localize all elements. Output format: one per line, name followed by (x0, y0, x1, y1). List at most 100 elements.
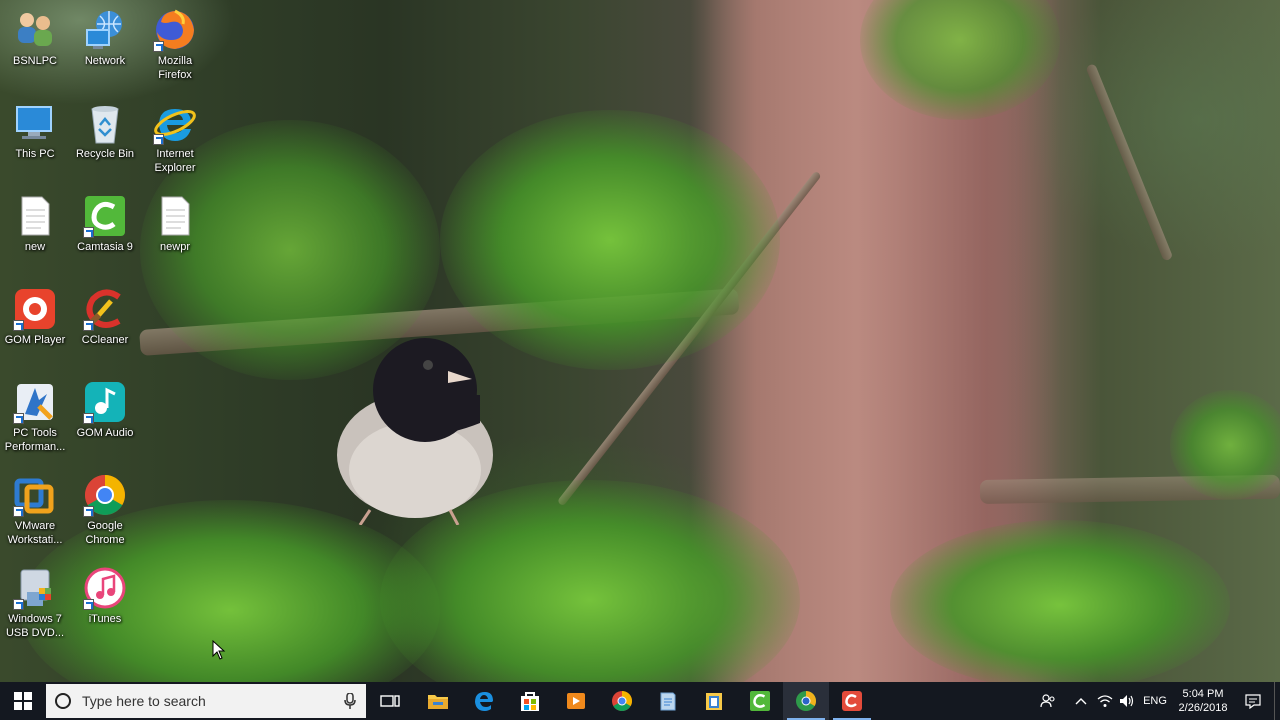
language-indicator: ENG (1143, 695, 1167, 707)
desktop-icon-pc-tools[interactable]: PC Tools Performan... (0, 380, 70, 454)
tray-show-hidden-icons[interactable] (1070, 682, 1092, 720)
desktop-icon-label: Network (84, 55, 126, 67)
wallpaper-bird (337, 338, 493, 525)
desktop-icon-label: newpr (160, 241, 190, 253)
edge-icon (475, 692, 493, 711)
file-explorer-icon (428, 695, 448, 709)
shortcut-arrow-icon (153, 134, 164, 145)
shortcut-arrow-icon (153, 41, 164, 52)
shortcut-arrow-icon (83, 227, 94, 238)
media-player-icon (567, 693, 585, 709)
notepad-icon (660, 692, 676, 711)
taskbar-file-explorer[interactable] (415, 682, 461, 720)
tray-network[interactable] (1094, 682, 1116, 720)
chrome-icon (612, 691, 632, 711)
tray-clock[interactable]: 5:04 PM 2/26/2018 (1172, 682, 1234, 720)
taskbar-camtasia-recorder[interactable] (829, 682, 875, 720)
desktop-icon-recycle-bin[interactable]: Recycle Bin (70, 101, 140, 161)
shortcut-arrow-icon (13, 599, 24, 610)
notifications-icon (1245, 694, 1261, 709)
task-view-button[interactable] (367, 682, 413, 720)
desktop-icon-ccleaner[interactable]: CCleaner (70, 287, 140, 347)
search-placeholder: Type here to search (82, 693, 206, 709)
recycle-bin-icon (83, 101, 127, 145)
document-icon (153, 194, 197, 238)
desktop-icon-bsnlpc[interactable]: BSNLPC (0, 8, 70, 68)
desktop-icon-windows7-usb-dvd[interactable]: Windows 7 USB DVD... (0, 566, 70, 640)
chevron-up-icon (1075, 698, 1087, 705)
tray-action-center[interactable] (1238, 682, 1268, 720)
tray-people-button[interactable] (1036, 682, 1060, 720)
desktop-icon-label: Internet Explorer (154, 148, 196, 174)
wallpaper-frond (1170, 390, 1280, 500)
clock-date: 2/26/2018 (1178, 702, 1228, 714)
tray-volume[interactable] (1116, 682, 1138, 720)
chrome-icon (83, 473, 127, 517)
shortcut-arrow-icon (83, 599, 94, 610)
shortcut-arrow-icon (13, 506, 24, 517)
desktop-icon-network[interactable]: Network (70, 8, 140, 68)
microphone-icon[interactable] (344, 693, 356, 709)
desktop-icon-label: Mozilla Firefox (157, 55, 193, 81)
speaker-icon (1120, 695, 1134, 707)
taskbar-chrome[interactable] (599, 682, 645, 720)
shortcut-arrow-icon (83, 413, 94, 424)
desktop-icon-label: Google Chrome (85, 520, 125, 546)
desktop-icon-itunes[interactable]: iTunes (70, 566, 140, 626)
desktop-icon-label: iTunes (88, 613, 122, 625)
camtasia-icon (83, 194, 127, 238)
computer-icon (13, 101, 57, 145)
show-desktop-button[interactable] (1274, 682, 1280, 720)
desktop-icon-google-chrome[interactable]: Google Chrome (70, 473, 140, 547)
document-icon (13, 194, 57, 238)
desktop-icon-label: new (24, 241, 46, 253)
gom-audio-icon (83, 380, 127, 424)
chrome-canary-icon (796, 691, 816, 711)
taskbar-media-player[interactable] (553, 682, 599, 720)
vmware-icon (13, 473, 57, 517)
desktop-icon-gom-audio[interactable]: GOM Audio (70, 380, 140, 440)
desktop-icon-label: CCleaner (81, 334, 129, 346)
start-button[interactable] (0, 682, 46, 720)
desktop-icon-label: GOM Player (4, 334, 66, 346)
taskbar-store[interactable] (507, 682, 553, 720)
desktop-icon-mozilla-firefox[interactable]: Mozilla Firefox (140, 8, 210, 82)
desktop-icon-label: VMware Workstati... (7, 520, 63, 546)
cortana-circle-icon (55, 693, 71, 709)
wifi-icon (1097, 695, 1113, 707)
windows-logo-icon (14, 692, 32, 710)
gom-player-icon (13, 287, 57, 331)
wallpaper-twig-right (1085, 63, 1174, 262)
usb-dvd-tool-icon (13, 566, 57, 610)
desktop-icon-label: PC Tools Performan... (4, 427, 66, 453)
desktop-icon-camtasia[interactable]: Camtasia 9 (70, 194, 140, 254)
desktop-icon-gom-player[interactable]: GOM Player (0, 287, 70, 347)
desktop-icon-label: This PC (15, 148, 55, 160)
tray-language[interactable]: ENG (1140, 682, 1170, 720)
mouse-cursor-icon (212, 640, 226, 660)
taskbar-edge[interactable] (461, 682, 507, 720)
taskbar-notepad[interactable] (645, 682, 691, 720)
camtasia-recorder-icon (842, 691, 862, 711)
itunes-icon (83, 566, 127, 610)
pc-tools-icon (13, 380, 57, 424)
desktop-icon-label: Recycle Bin (75, 148, 135, 160)
desktop-icon-vmware[interactable]: VMware Workstati... (0, 473, 70, 547)
desktop-icon-label: BSNLPC (12, 55, 58, 67)
ccleaner-icon (83, 287, 127, 331)
taskbar-chrome-canary-active[interactable] (783, 682, 829, 720)
desktop-icon-this-pc[interactable]: This PC (0, 101, 70, 161)
taskbar-camtasia[interactable] (737, 682, 783, 720)
wallpaper-frond (890, 520, 1230, 682)
shortcut-arrow-icon (83, 506, 94, 517)
desktop-icon-label: Windows 7 USB DVD... (5, 613, 65, 639)
user-group-icon (13, 8, 57, 52)
firefox-icon (153, 8, 197, 52)
explorer-folder-icon (706, 693, 722, 710)
taskbar-search-box[interactable]: Type here to search (46, 684, 366, 718)
desktop-icon-internet-explorer[interactable]: Internet Explorer (140, 101, 210, 175)
network-icon (83, 8, 127, 52)
desktop-icon-newpr[interactable]: newpr (140, 194, 210, 254)
taskbar-folder-app[interactable] (691, 682, 737, 720)
desktop-icon-new[interactable]: new (0, 194, 70, 254)
